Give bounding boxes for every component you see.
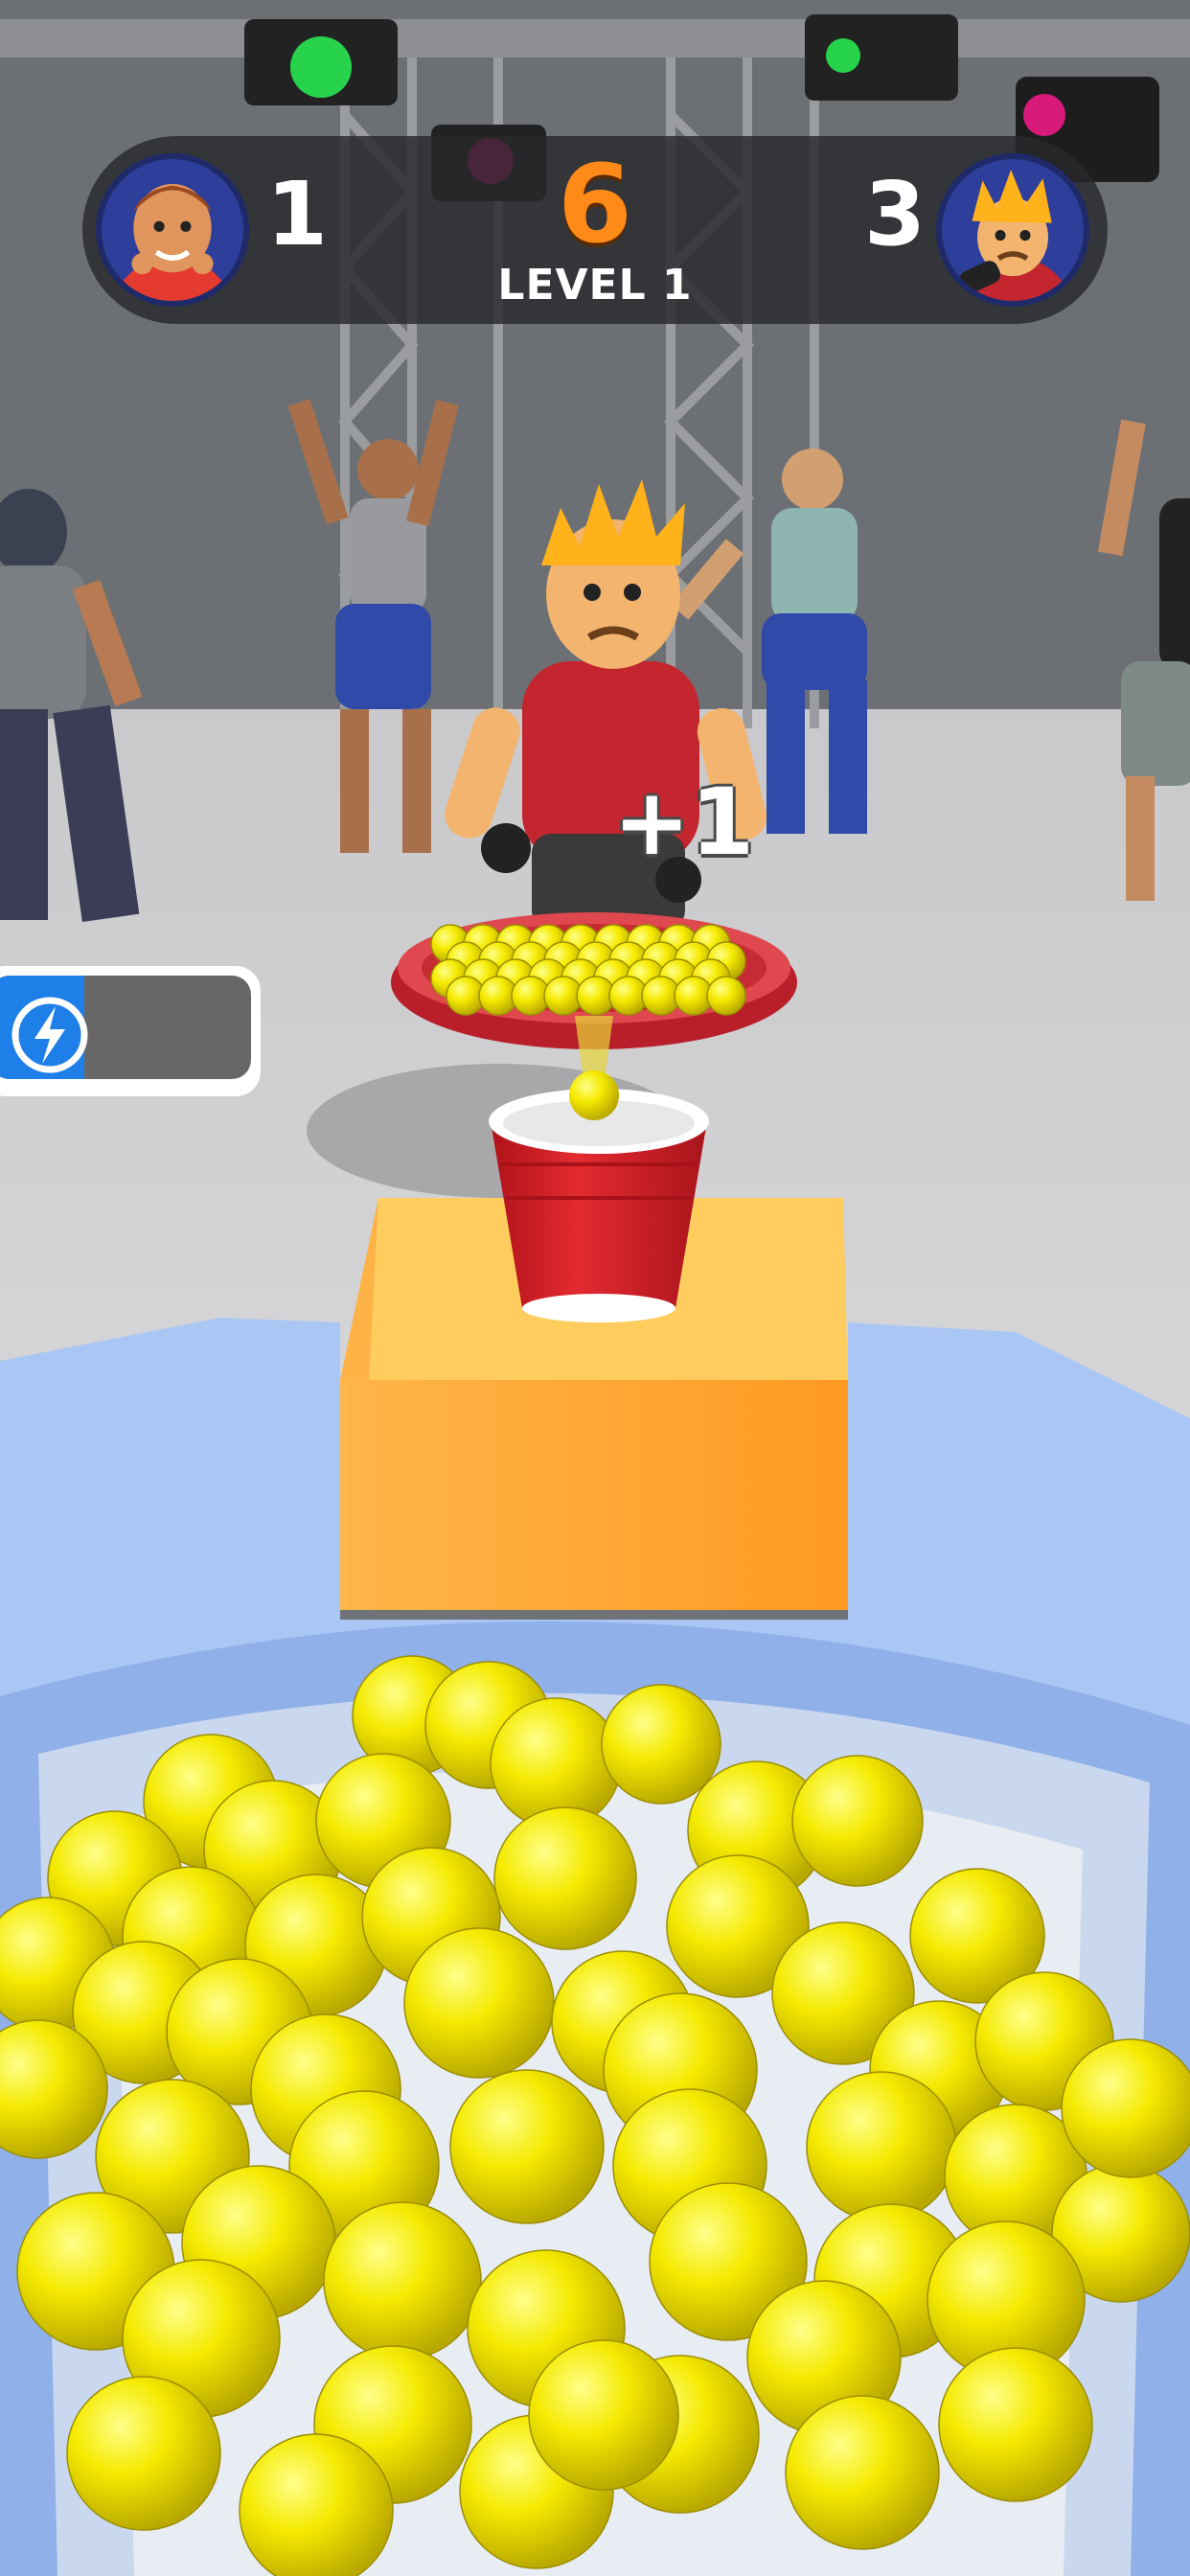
level-label: LEVEL 1 (497, 261, 693, 310)
bowl-ball (806, 2071, 957, 2222)
plate-ball (706, 976, 746, 1016)
score-popup: +1 (613, 769, 755, 876)
player-avatar (96, 153, 249, 307)
bowl-ball (601, 1684, 721, 1805)
player-score: 1 (266, 163, 329, 265)
bowl-ball (528, 2339, 679, 2491)
bowl-ball (323, 2201, 482, 2360)
lightning-icon[interactable] (2, 987, 98, 1083)
bowl-ball (449, 2069, 605, 2224)
bowl-ball (403, 1927, 555, 2079)
truss-top-beam (0, 19, 1190, 58)
bowl-ball (791, 1755, 924, 1887)
match-target-score: 6 (558, 143, 632, 267)
stage-light-green-right (805, 14, 958, 101)
plate-balls (430, 924, 746, 1016)
red-cup (489, 1089, 709, 1322)
bowl-ball (1061, 2038, 1190, 2178)
game-scene (0, 0, 1190, 2576)
opponent-avatar (936, 153, 1089, 307)
opponent-score: 3 (864, 163, 927, 265)
bowl-ball (66, 2376, 221, 2531)
opponent-avatar-icon (942, 159, 1084, 301)
bowl-ball (938, 2347, 1093, 2502)
player-avatar-icon (102, 159, 243, 301)
stage-light-green-left (244, 19, 398, 105)
bowl-ball (493, 1806, 637, 1950)
bowl-ball (785, 2395, 940, 2550)
falling-ball (569, 1070, 619, 1120)
bowl-ball (239, 2433, 394, 2576)
